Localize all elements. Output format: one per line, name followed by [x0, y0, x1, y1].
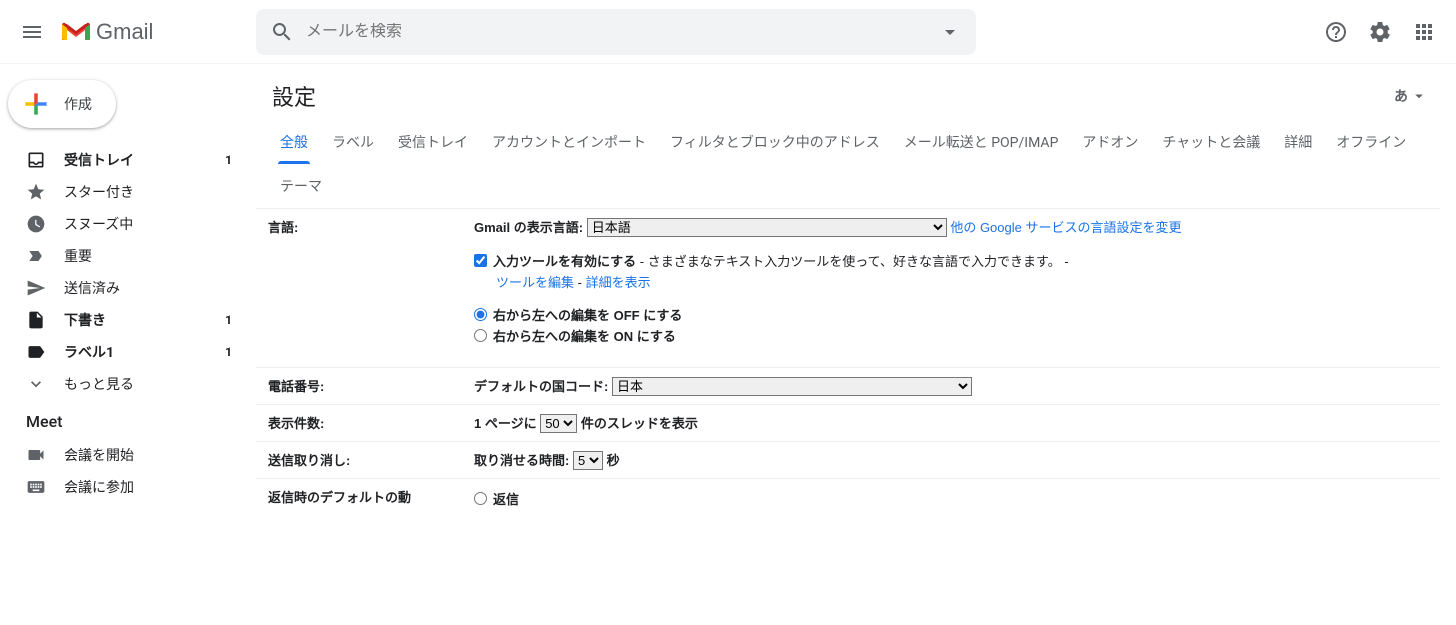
sidebar-item-label[interactable]: ラベル11 [0, 336, 248, 368]
compose-button[interactable]: 作成 [8, 80, 116, 128]
other-services-link[interactable]: 他の Google サービスの言語設定を変更 [950, 220, 1181, 235]
sidebar-item-clock[interactable]: スヌーズ中 [0, 208, 248, 240]
meet-item-label: 会議に参加 [64, 477, 236, 497]
search-icon [270, 20, 294, 44]
undo-row-label: 送信取り消し: [256, 442, 466, 479]
plus-icon [20, 88, 52, 120]
meet-item-keyboard[interactable]: 会議に参加 [0, 471, 248, 503]
sidebar-item-label: ラベル1 [64, 342, 225, 362]
gmail-logo-text: Gmail [96, 19, 153, 45]
page-size-select[interactable]: 50 [540, 414, 577, 433]
settings-tab-0[interactable]: 全般 [268, 120, 320, 164]
meet-section-header: Meet [0, 400, 256, 439]
sidebar-item-label: スヌーズ中 [64, 214, 232, 234]
settings-tab-1[interactable]: ラベル [320, 120, 386, 164]
sidebar-item-label: スター付き [64, 182, 232, 202]
display-lang-label: Gmail の表示言語: [474, 220, 583, 235]
main-menu-button[interactable] [8, 8, 56, 56]
settings-tab-3[interactable]: アカウントとインポート [480, 120, 658, 164]
settings-tab-7[interactable]: チャットと会議 [1150, 120, 1272, 164]
dropdown-icon [938, 20, 962, 44]
gmail-icon [60, 20, 92, 44]
settings-tab-2[interactable]: 受信トレイ [386, 120, 480, 164]
apps-grid-icon [1412, 20, 1436, 44]
undo-time-select[interactable]: 5 [573, 451, 603, 470]
pagesize-row-label: 表示件数: [256, 405, 466, 442]
hamburger-icon [20, 20, 44, 44]
search-button[interactable] [262, 12, 302, 52]
reply-default-radio[interactable] [474, 492, 487, 505]
input-tools-checkbox[interactable] [474, 254, 487, 267]
search-options-button[interactable] [930, 12, 970, 52]
sidebar-item-count: 1 [225, 153, 232, 167]
draft-icon [26, 310, 46, 330]
settings-button[interactable] [1360, 12, 1400, 52]
compose-label: 作成 [64, 94, 92, 114]
show-details-link[interactable]: 詳細を表示 [586, 275, 651, 290]
sidebar-item-count: 1 [225, 313, 232, 327]
keyboard-icon [26, 477, 46, 497]
send-icon [26, 278, 46, 298]
settings-tab-5[interactable]: メール転送と POP/IMAP [892, 120, 1071, 164]
sidebar-item-star[interactable]: スター付き [0, 176, 248, 208]
settings-tab-8[interactable]: 詳細 [1272, 120, 1324, 164]
edit-tools-link[interactable]: ツールを編集 [496, 275, 574, 290]
sidebar-item-expand[interactable]: もっと見る [0, 368, 248, 400]
settings-tab-9[interactable]: オフライン [1324, 120, 1418, 164]
rtl-on-radio[interactable] [474, 329, 487, 342]
support-button[interactable] [1316, 12, 1356, 52]
video-icon [26, 445, 46, 465]
expand-icon [26, 374, 46, 394]
gear-icon [1368, 20, 1392, 44]
display-language-select[interactable]: 日本語 [587, 218, 947, 237]
settings-tab-4[interactable]: フィルタとブロック中のアドレス [658, 120, 892, 164]
meet-item-label: 会議を開始 [64, 445, 236, 465]
sidebar-item-label: もっと見る [64, 374, 232, 394]
search-box [256, 9, 976, 55]
help-icon [1324, 20, 1348, 44]
clock-icon [26, 214, 46, 234]
dropdown-small-icon [1410, 87, 1428, 105]
settings-tab-10[interactable]: テーマ [268, 164, 334, 208]
reply-row-label: 返信時のデフォルトの動 [256, 479, 466, 519]
sidebar-item-inbox[interactable]: 受信トレイ1 [0, 144, 248, 176]
label-icon [26, 342, 46, 362]
gmail-logo[interactable]: Gmail [56, 19, 153, 45]
sidebar-item-send[interactable]: 送信済み [0, 272, 248, 304]
sidebar-item-important[interactable]: 重要 [0, 240, 248, 272]
star-icon [26, 182, 46, 202]
page-title: 設定 [272, 80, 316, 112]
rtl-off-radio[interactable] [474, 308, 487, 321]
search-input[interactable] [302, 23, 930, 41]
sidebar-item-count: 1 [225, 345, 232, 359]
apps-button[interactable] [1404, 12, 1444, 52]
language-row-label: 言語: [256, 209, 466, 368]
input-method-button[interactable]: あ [1390, 82, 1432, 110]
phone-row-label: 電話番号: [256, 368, 466, 405]
settings-tab-6[interactable]: アドオン [1070, 120, 1150, 164]
important-icon [26, 246, 46, 266]
meet-item-video[interactable]: 会議を開始 [0, 439, 248, 471]
sidebar-item-label: 送信済み [64, 278, 232, 298]
sidebar-item-label: 重要 [64, 246, 232, 266]
sidebar-item-label: 下書き [64, 310, 225, 330]
sidebar-item-label: 受信トレイ [64, 150, 225, 170]
country-code-select[interactable]: 日本 [612, 377, 972, 396]
inbox-icon [26, 150, 46, 170]
sidebar-item-draft[interactable]: 下書き1 [0, 304, 248, 336]
